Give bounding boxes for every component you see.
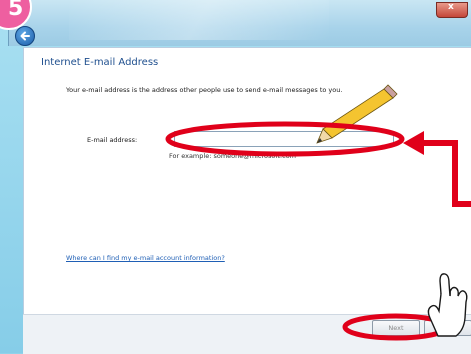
page-title: Internet E-mail Address bbox=[41, 57, 159, 68]
title-bar-glass bbox=[69, 0, 329, 40]
next-button[interactable]: Next bbox=[372, 320, 420, 336]
step-badge-number: 5 bbox=[8, 0, 24, 21]
back-arrow-icon bbox=[20, 31, 30, 41]
close-label: x bbox=[448, 2, 454, 12]
intro-text: Your e-mail address is the address other… bbox=[66, 86, 343, 94]
email-label: E-mail address: bbox=[87, 136, 138, 144]
cancel-label: cel bbox=[450, 324, 460, 332]
title-bar: x bbox=[8, 0, 471, 46]
email-example: For example: someone@microsoft.com bbox=[169, 152, 296, 160]
close-button[interactable]: x bbox=[436, 2, 468, 18]
cancel-button[interactable]: cel bbox=[424, 320, 471, 336]
account-info-help-link[interactable]: Where can I find my e-mail account infor… bbox=[66, 254, 225, 262]
back-button[interactable] bbox=[15, 26, 35, 46]
email-field[interactable] bbox=[174, 131, 394, 147]
